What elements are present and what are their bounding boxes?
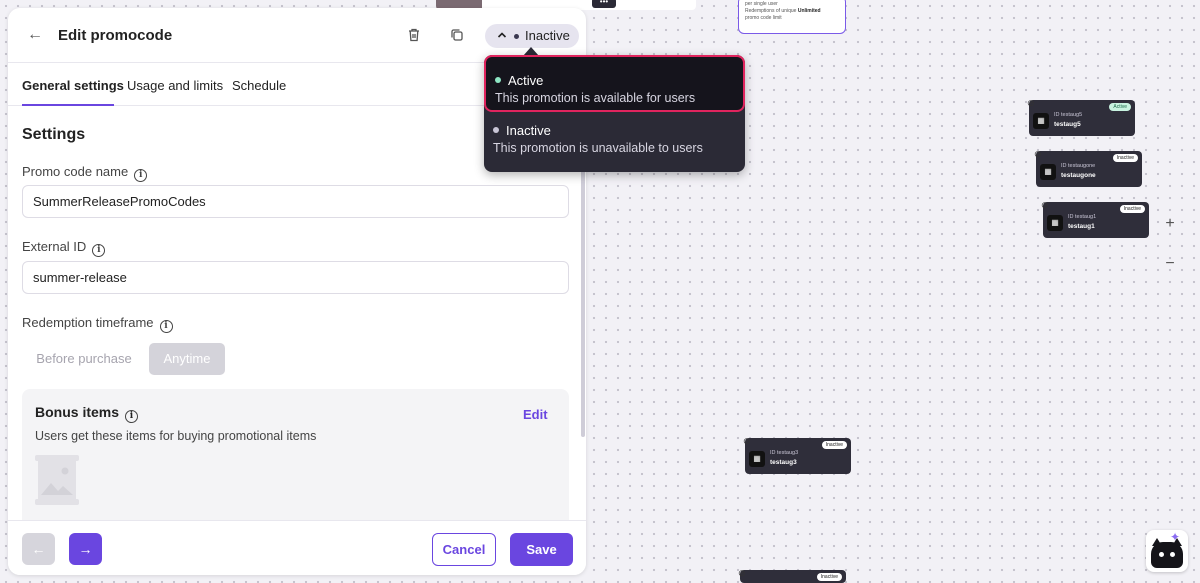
node-status-badge[interactable]: Inactive: [816, 573, 842, 581]
section-title: Settings: [22, 126, 86, 143]
duplicate-icon[interactable]: [448, 26, 466, 44]
promo-code-icon: ▦: [1047, 215, 1063, 231]
node-status-badge[interactable]: Inactive: [1119, 205, 1145, 213]
node-name: testaugone: [1061, 172, 1096, 179]
tab-general-settings[interactable]: General settings: [22, 78, 124, 93]
chevron-up-icon: [496, 29, 508, 41]
previous-step-button[interactable]: ←: [22, 533, 55, 565]
redemption-timeframe-label: Redemption timeframe: [22, 315, 154, 330]
limits-line-2: Redemptions of unique: [745, 8, 797, 14]
bonus-edit-button[interactable]: Edit: [523, 407, 548, 422]
bonus-items-title: Bonus items: [35, 404, 120, 420]
zoom-in-button[interactable]: +: [1162, 216, 1178, 232]
hidden-eye-icon: ⊘: [1027, 98, 1035, 108]
node-name: testaug1: [1068, 223, 1095, 230]
promo-code-icon: ▦: [1033, 113, 1049, 129]
cat-eye: [1159, 552, 1164, 557]
status-option-inactive[interactable]: Inactive This promotion is unavailable t…: [484, 107, 745, 164]
info-icon[interactable]: i: [134, 169, 148, 182]
promo-name-label-row: Promo code name i: [22, 164, 148, 182]
external-id-input[interactable]: [22, 261, 569, 294]
promo-name-input[interactable]: [22, 185, 569, 218]
promo-code-icon: ▦: [1040, 164, 1056, 180]
node-id: ID testaug3: [770, 450, 799, 456]
page-title: Edit promocode: [58, 27, 173, 44]
promo-code-icon: ▦: [749, 451, 765, 467]
limits-line-3: promo code limit: [745, 15, 782, 21]
status-dot: [493, 127, 499, 133]
option-label: Active: [508, 73, 544, 88]
limits-value: Unlimited: [797, 8, 821, 14]
bonus-items-description: Users get these items for buying promoti…: [35, 429, 317, 443]
image-placeholder-icon: [35, 455, 79, 505]
external-id-label: External ID: [22, 239, 87, 254]
info-icon[interactable]: i: [159, 320, 173, 333]
more-options-button[interactable]: •••: [592, 0, 616, 8]
status-dropdown-toggle[interactable]: Inactive: [485, 24, 579, 48]
cat-eye: [1170, 552, 1175, 557]
cancel-button[interactable]: Cancel: [432, 533, 496, 566]
node-id: ID testaug1: [1068, 214, 1097, 220]
limits-line-1: per single user: [745, 1, 778, 7]
zoom-out-button[interactable]: −: [1162, 256, 1178, 272]
canvas-node-testaug1[interactable]: ⊘ Inactive ▦ ID testaug1 testaug1: [1041, 200, 1149, 238]
canvas-node-partial[interactable]: ⊘ Inactive: [738, 568, 846, 583]
bonus-items-card: Bonus items i Edit Users get these items …: [22, 389, 569, 520]
node-status-badge[interactable]: Inactive: [821, 441, 847, 449]
status-dot: [495, 77, 501, 83]
canvas-node-testaugone[interactable]: ⊘ Inactive ▦ ID testaugone testaugone: [1034, 149, 1142, 187]
hidden-eye-icon: ⊘: [1034, 149, 1042, 159]
status-dropdown-menu: Active This promotion is available for u…: [484, 55, 745, 172]
promo-name-label: Promo code name: [22, 164, 129, 179]
external-id-label-row: External ID i: [22, 239, 106, 257]
status-value: Inactive: [525, 28, 570, 43]
save-button[interactable]: Save: [510, 533, 573, 566]
node-status-badge[interactable]: Active: [1109, 103, 1131, 111]
node-name: testaug5: [1054, 121, 1081, 128]
option-description: This promotion is available for users: [495, 91, 696, 105]
status-dot: [514, 34, 519, 39]
node-status-badge[interactable]: Inactive: [1112, 154, 1138, 162]
hidden-eye-icon: ⊘: [738, 568, 746, 578]
tab-schedule[interactable]: Schedule: [232, 78, 286, 93]
cat-face-icon: [1151, 542, 1183, 568]
info-icon[interactable]: i: [125, 410, 139, 423]
tab-usage-and-limits[interactable]: Usage and limits: [127, 78, 223, 93]
panel-footer: ← → Cancel Save: [8, 520, 586, 575]
node-name: testaug3: [770, 459, 797, 466]
tab-underline: [22, 104, 114, 106]
trash-icon[interactable]: [405, 26, 423, 44]
back-arrow-icon[interactable]: ←: [26, 26, 44, 44]
canvas-node-testaug5[interactable]: ⊘ Active ▦ ID testaug5 testaug5: [1027, 98, 1135, 136]
option-description: This promotion is unavailable to users: [493, 141, 703, 155]
hidden-eye-icon: ⊘: [1041, 200, 1049, 210]
assistant-mascot-button[interactable]: ✦: [1146, 530, 1188, 572]
node-id: ID testaug5: [1054, 112, 1083, 118]
next-step-button[interactable]: →: [69, 533, 102, 565]
before-purchase-option[interactable]: Before purchase: [22, 343, 146, 375]
status-option-active[interactable]: Active This promotion is available for u…: [484, 55, 745, 112]
info-icon[interactable]: i: [92, 244, 106, 257]
redemption-label-row: Redemption timeframe i: [22, 315, 173, 333]
canvas-limits-card[interactable]: per single user Redemptions of unique Un…: [738, 0, 846, 34]
node-id: ID testaugone: [1061, 163, 1096, 169]
option-label: Inactive: [506, 123, 551, 138]
canvas-node-testaug3[interactable]: ⊘ Inactive ▦ ID testaug3 testaug3: [743, 436, 851, 474]
anytime-option[interactable]: Anytime: [149, 343, 225, 375]
hidden-eye-icon: ⊘: [743, 436, 751, 446]
bonus-items-title-row: Bonus items i: [35, 404, 139, 423]
